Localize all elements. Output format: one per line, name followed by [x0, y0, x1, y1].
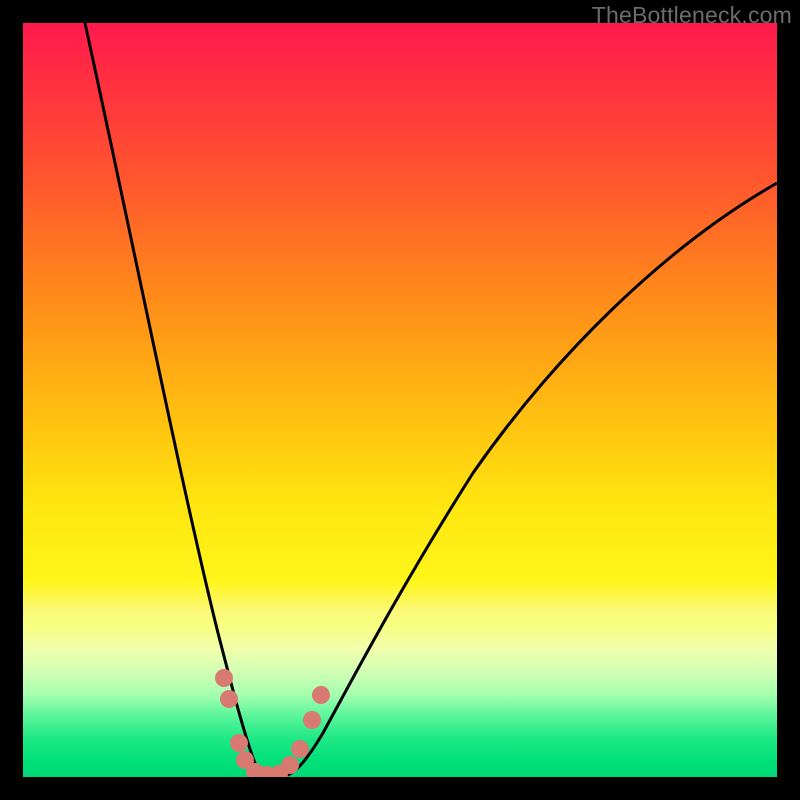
marker-dot — [215, 669, 233, 687]
marker-dot — [220, 690, 238, 708]
marker-dot — [230, 734, 248, 752]
chart-plot-area — [23, 23, 777, 777]
watermark-text: TheBottleneck.com — [592, 2, 792, 29]
curve-right-branch — [285, 183, 777, 776]
marker-dot — [291, 740, 309, 758]
marker-dot — [312, 686, 330, 704]
marker-dot — [281, 756, 299, 774]
curve-left-branch — [85, 23, 267, 776]
marker-dot — [303, 711, 321, 729]
bottleneck-curve — [23, 23, 777, 777]
